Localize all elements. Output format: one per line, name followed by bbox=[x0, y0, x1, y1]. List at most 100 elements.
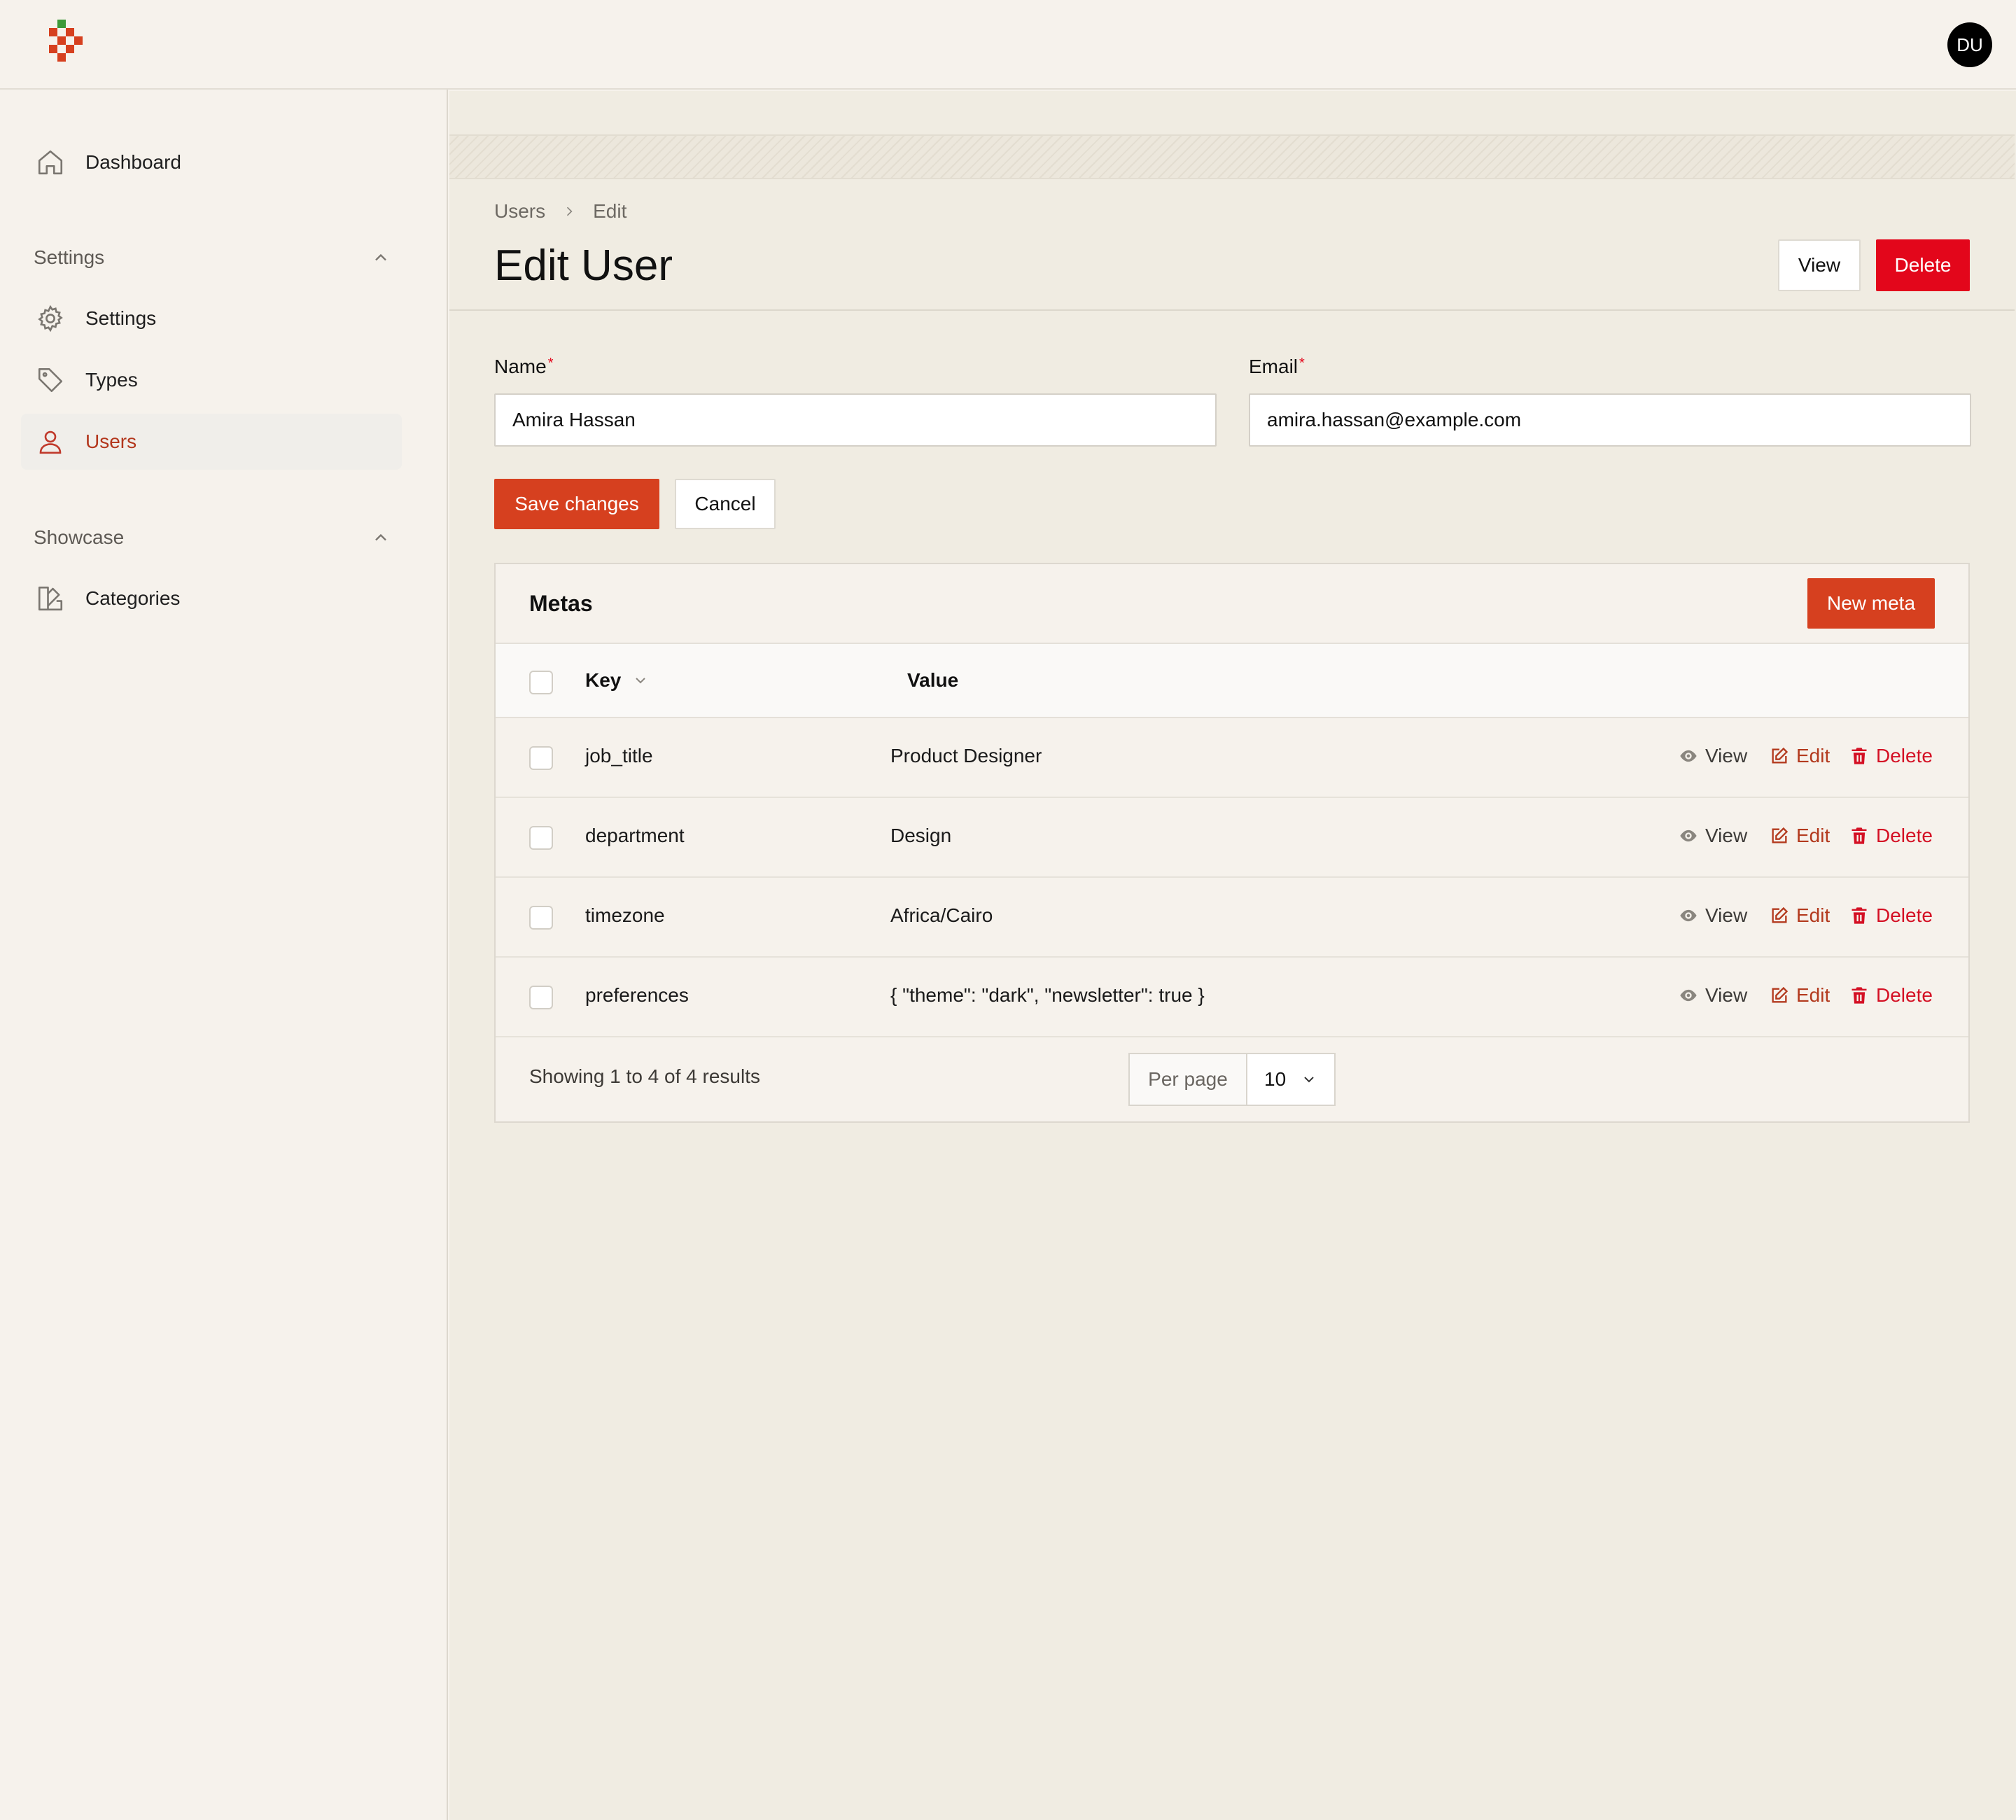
sidebar-item-types[interactable]: Types bbox=[21, 352, 402, 408]
row-checkbox[interactable] bbox=[529, 906, 553, 930]
row-delete-action[interactable]: Delete bbox=[1849, 904, 1933, 927]
per-page-label: Per page bbox=[1130, 1054, 1247, 1105]
chevron-down-icon bbox=[636, 678, 646, 684]
row-delete-action[interactable]: Delete bbox=[1849, 745, 1933, 767]
trash-icon bbox=[1851, 827, 1867, 844]
new-meta-button[interactable]: New meta bbox=[1807, 578, 1935, 629]
results-summary: Showing 1 to 4 of 4 results bbox=[529, 1065, 760, 1087]
main-content: Users Edit Edit User View Delete Name* E… bbox=[449, 91, 2016, 1820]
edit-icon bbox=[1772, 827, 1788, 844]
column-key-label: Key bbox=[585, 669, 622, 691]
user-icon bbox=[35, 426, 66, 457]
row-checkbox[interactable] bbox=[529, 826, 553, 850]
per-page-select[interactable]: Per page 10 bbox=[1128, 1053, 1336, 1106]
edit-icon bbox=[1772, 906, 1788, 923]
row-edit-action[interactable]: Edit bbox=[1770, 745, 1830, 767]
breadcrumb-edit: Edit bbox=[593, 200, 627, 222]
breadcrumb: Users Edit bbox=[494, 200, 626, 223]
swatch-icon bbox=[35, 583, 66, 614]
select-all-checkbox[interactable] bbox=[529, 671, 553, 694]
per-page-value-text: 10 bbox=[1264, 1068, 1287, 1090]
view-button[interactable]: View bbox=[1778, 239, 1861, 291]
sidebar-item-dashboard[interactable]: Dashboard bbox=[21, 134, 402, 190]
sidebar-item-label: Dashboard bbox=[85, 151, 181, 173]
view-label: View bbox=[1705, 904, 1748, 926]
per-page-value[interactable]: 10 bbox=[1247, 1054, 1334, 1105]
eye-icon bbox=[1680, 750, 1697, 762]
tag-icon bbox=[35, 365, 66, 396]
edit-label: Edit bbox=[1796, 984, 1830, 1006]
sidebar-item-label: Categories bbox=[85, 587, 181, 609]
delete-label: Delete bbox=[1876, 984, 1933, 1006]
decorative-stripe bbox=[449, 134, 2015, 179]
page-title: Edit User bbox=[494, 241, 673, 290]
row-delete-action[interactable]: Delete bbox=[1849, 984, 1933, 1007]
trash-icon bbox=[1851, 748, 1867, 764]
gear-icon bbox=[35, 303, 66, 334]
row-checkbox[interactable] bbox=[529, 986, 553, 1009]
chevron-up-icon bbox=[375, 533, 386, 541]
email-input[interactable] bbox=[1249, 393, 1971, 447]
chevron-up-icon bbox=[375, 253, 386, 261]
name-input[interactable] bbox=[494, 393, 1217, 447]
sidebar-item-label: Settings bbox=[85, 307, 157, 329]
row-delete-action[interactable]: Delete bbox=[1849, 825, 1933, 847]
edit-icon bbox=[1772, 747, 1788, 764]
sidebar-group-label: Settings bbox=[34, 246, 105, 268]
sidebar-group-settings[interactable]: Settings bbox=[34, 244, 391, 272]
view-label: View bbox=[1705, 745, 1748, 766]
metas-panel: Metas New meta Key Value job_title Produ… bbox=[494, 563, 1970, 1123]
row-edit-action[interactable]: Edit bbox=[1770, 904, 1830, 927]
home-icon bbox=[35, 147, 66, 178]
cancel-button[interactable]: Cancel bbox=[675, 479, 776, 529]
metas-title: Metas bbox=[529, 591, 593, 616]
edit-icon bbox=[1772, 986, 1788, 1003]
row-view-action[interactable]: View bbox=[1679, 745, 1747, 767]
row-key: job_title bbox=[585, 745, 653, 766]
row-value: Africa/Cairo bbox=[890, 904, 993, 926]
row-view-action[interactable]: View bbox=[1679, 825, 1747, 847]
sidebar-group-showcase[interactable]: Showcase bbox=[34, 524, 391, 552]
table-row: job_title Product Designer View Edit Del… bbox=[496, 718, 1968, 798]
row-value: Product Designer bbox=[890, 745, 1042, 766]
required-mark: * bbox=[547, 356, 554, 371]
breadcrumb-users[interactable]: Users bbox=[494, 200, 545, 223]
column-key[interactable]: Key bbox=[585, 669, 649, 692]
row-edit-action[interactable]: Edit bbox=[1770, 984, 1830, 1007]
sidebar-item-categories[interactable]: Categories bbox=[21, 570, 402, 626]
edit-label: Edit bbox=[1796, 904, 1830, 926]
delete-label: Delete bbox=[1876, 825, 1933, 846]
user-avatar[interactable]: DU bbox=[1947, 22, 1992, 67]
sidebar-item-users[interactable]: Users bbox=[21, 414, 402, 470]
sidebar-item-label: Users bbox=[85, 430, 137, 452]
sidebar-item-settings[interactable]: Settings bbox=[21, 290, 402, 346]
eye-icon bbox=[1680, 909, 1697, 922]
row-edit-action[interactable]: Edit bbox=[1770, 825, 1830, 847]
eye-icon bbox=[1680, 830, 1697, 842]
row-view-action[interactable]: View bbox=[1679, 904, 1747, 927]
column-value: Value bbox=[907, 669, 959, 691]
row-value: { "theme": "dark", "newsletter": true } bbox=[890, 984, 1205, 1006]
row-checkbox[interactable] bbox=[529, 746, 553, 770]
table-header: Key Value bbox=[496, 644, 1968, 718]
edit-label: Edit bbox=[1796, 745, 1830, 766]
sidebar-item-label: Types bbox=[85, 369, 138, 391]
row-key: timezone bbox=[585, 904, 665, 926]
delete-label: Delete bbox=[1876, 745, 1933, 766]
sidebar: Dashboard Settings Settings Types Users bbox=[0, 90, 448, 1820]
row-key: department bbox=[585, 825, 685, 846]
row-key: preferences bbox=[585, 984, 689, 1006]
view-label: View bbox=[1705, 984, 1748, 1006]
eye-icon bbox=[1680, 989, 1697, 1002]
trash-icon bbox=[1851, 907, 1867, 924]
chevron-right-icon bbox=[567, 206, 573, 216]
logo-icon[interactable] bbox=[46, 20, 88, 69]
edit-label: Edit bbox=[1796, 825, 1830, 846]
row-view-action[interactable]: View bbox=[1679, 984, 1747, 1007]
required-mark: * bbox=[1299, 356, 1305, 371]
delete-button[interactable]: Delete bbox=[1876, 239, 1970, 291]
sidebar-group-label: Showcase bbox=[34, 526, 125, 548]
delete-label: Delete bbox=[1876, 904, 1933, 926]
save-changes-button[interactable]: Save changes bbox=[494, 479, 659, 529]
view-label: View bbox=[1705, 825, 1748, 846]
